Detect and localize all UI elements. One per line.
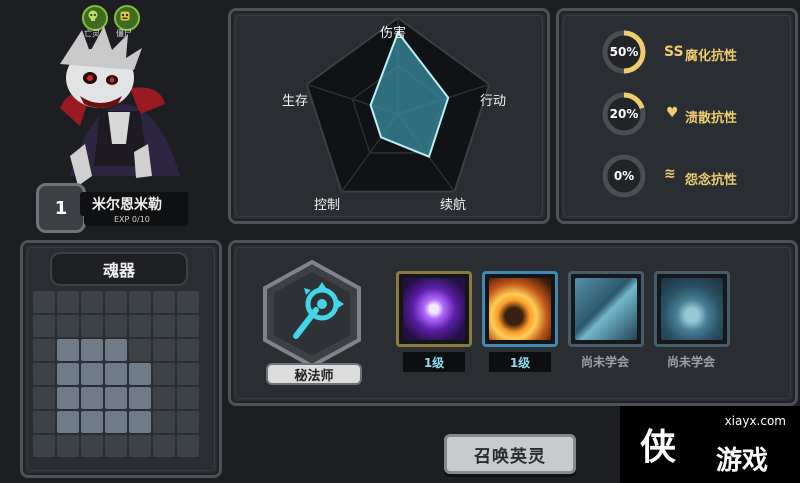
soul-cell[interactable]: [177, 291, 199, 313]
vampire-portrait: [60, 26, 180, 186]
soul-cell-filled[interactable]: [81, 411, 103, 433]
soul-cell[interactable]: [177, 387, 199, 409]
skill-slot-2[interactable]: [482, 271, 558, 347]
radar-label-action: 行动: [480, 94, 507, 109]
soul-cell[interactable]: [57, 291, 79, 313]
soul-grid[interactable]: [33, 291, 205, 457]
resist-label: 怨念抗性: [685, 173, 738, 188]
hero-name: 米尔恩米勒: [80, 192, 188, 216]
soul-cell[interactable]: [33, 411, 55, 433]
radar-label-survival: 生存: [282, 94, 309, 109]
skill-slot-3[interactable]: [568, 271, 644, 347]
soul-cell[interactable]: [177, 411, 199, 433]
soul-cell-filled[interactable]: [81, 339, 103, 361]
soul-cell[interactable]: [33, 363, 55, 385]
soul-cell-filled[interactable]: [129, 411, 151, 433]
wave-icon: ≋: [664, 166, 676, 182]
resist-value: 50%: [609, 45, 639, 59]
hero-level-badge: 1: [36, 183, 86, 233]
soul-cell[interactable]: [177, 339, 199, 361]
soul-cell[interactable]: [81, 291, 103, 313]
soul-title: 魂器: [50, 252, 188, 286]
soul-cell-filled[interactable]: [105, 363, 127, 385]
soul-cell[interactable]: [105, 435, 127, 457]
soul-cell[interactable]: [129, 435, 151, 457]
soul-cell[interactable]: [177, 435, 199, 457]
soul-cell[interactable]: [81, 315, 103, 337]
skill-level: 1级: [489, 352, 551, 372]
soul-cell-filled[interactable]: [81, 387, 103, 409]
soul-cell[interactable]: [129, 339, 151, 361]
radar-label-sustain: 续航: [440, 198, 467, 213]
soul-cell[interactable]: [153, 435, 175, 457]
watermark: xiayx.com 侠 游戏: [620, 406, 800, 483]
frost-creature-icon: [661, 278, 723, 340]
skill-level: 1级: [403, 352, 465, 372]
resist-label: 溃散抗性: [685, 111, 738, 126]
soul-cell[interactable]: [81, 435, 103, 457]
soul-cell[interactable]: [105, 291, 127, 313]
watermark-url: xiayx.com: [724, 414, 786, 428]
summon-hero-button[interactable]: 召唤英灵: [444, 434, 576, 474]
watermark-text: 游戏: [716, 446, 769, 476]
soul-cell-filled[interactable]: [129, 363, 151, 385]
soul-cell[interactable]: [129, 291, 151, 313]
fireball-icon: [489, 278, 551, 340]
resist-value: 20%: [609, 107, 639, 121]
soul-cell-filled[interactable]: [81, 363, 103, 385]
skill-slot-4[interactable]: [654, 271, 730, 347]
corruption-icon: SS: [664, 44, 684, 60]
class-label: 秘法师: [266, 363, 362, 385]
soul-cell[interactable]: [33, 387, 55, 409]
soul-cell[interactable]: [153, 363, 175, 385]
skill-status: 尚未学会: [580, 355, 629, 369]
skill-slot-1[interactable]: [396, 271, 472, 347]
soul-cell[interactable]: [105, 315, 127, 337]
ice-spike-icon: [575, 278, 637, 340]
soul-cell[interactable]: [33, 435, 55, 457]
exp-text: EXP 0/10: [114, 215, 150, 224]
soul-cell[interactable]: [153, 291, 175, 313]
soul-cell[interactable]: [33, 339, 55, 361]
soul-cell[interactable]: [153, 387, 175, 409]
soul-cell-filled[interactable]: [105, 411, 127, 433]
soul-cell-filled[interactable]: [57, 387, 79, 409]
soul-cell[interactable]: [33, 315, 55, 337]
soul-cell[interactable]: [153, 411, 175, 433]
soul-cell[interactable]: [153, 315, 175, 337]
resist-label: 腐化抗性: [685, 49, 738, 64]
soul-cell[interactable]: [57, 435, 79, 457]
soul-cell-filled[interactable]: [57, 363, 79, 385]
soul-cell[interactable]: [177, 315, 199, 337]
soul-cell-filled[interactable]: [105, 339, 127, 361]
soul-cell-filled[interactable]: [57, 411, 79, 433]
radar-label-control: 控制: [314, 198, 341, 213]
heart-icon: ♥: [666, 105, 679, 121]
arcane-staff-icon[interactable]: [256, 258, 368, 370]
soul-cell-filled[interactable]: [57, 339, 79, 361]
soul-cell-filled[interactable]: [129, 387, 151, 409]
soul-cell[interactable]: [129, 315, 151, 337]
soul-cell[interactable]: [153, 339, 175, 361]
soul-cell[interactable]: [177, 363, 199, 385]
radar-label-damage: 伤害: [380, 26, 407, 41]
soul-cell[interactable]: [33, 291, 55, 313]
purple-orb-icon: [403, 278, 465, 340]
skill-status: 尚未学会: [666, 355, 715, 369]
watermark-logo: 侠: [640, 427, 677, 468]
soul-cell[interactable]: [57, 315, 79, 337]
resist-value: 0%: [613, 169, 635, 183]
soul-cell-filled[interactable]: [105, 387, 127, 409]
